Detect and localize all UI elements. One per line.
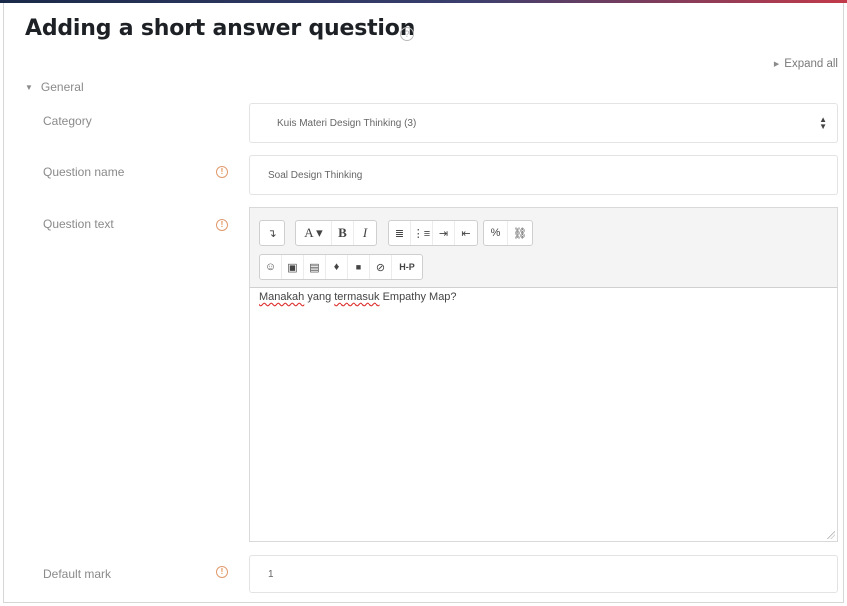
category-select[interactable]: Kuis Materi Design Thinking (3) ▲ ▼ bbox=[249, 103, 838, 143]
question-text-word: termasuk bbox=[334, 291, 380, 303]
question-text-area[interactable]: Manakah yang termasuk Empathy Map? bbox=[250, 288, 837, 541]
font-style-button[interactable]: A ▾ bbox=[296, 221, 332, 245]
section-general-label: General bbox=[40, 80, 84, 94]
unordered-list-button[interactable]: ≣ bbox=[389, 221, 411, 245]
required-icon: ! bbox=[216, 566, 228, 578]
default-mark-input[interactable]: 1 bbox=[249, 555, 838, 593]
media-button[interactable]: ▤ bbox=[304, 255, 326, 279]
editor-toolbar: ↴ A ▾ B I ≣ ⋮≡ ⇥ ⇤ % ⛓ ☺ ▣ ▤ ♦ ■ ⊘ H-P bbox=[250, 208, 837, 288]
ordered-list-button[interactable]: ⋮≡ bbox=[411, 221, 433, 245]
toolbar-group-lists: ≣ ⋮≡ ⇥ ⇤ bbox=[388, 220, 478, 246]
manage-files-button[interactable]: ⊘ bbox=[370, 255, 392, 279]
record-audio-button[interactable]: ♦ bbox=[326, 255, 348, 279]
required-icon: ! bbox=[216, 166, 228, 178]
default-mark-label: Default mark bbox=[43, 567, 112, 581]
h5p-button[interactable]: H-P bbox=[392, 255, 422, 279]
question-text-label: Question text bbox=[43, 217, 114, 231]
category-label: Category bbox=[43, 114, 92, 128]
image-button[interactable]: ▣ bbox=[282, 255, 304, 279]
question-text-word: Empathy Map? bbox=[382, 291, 457, 303]
resize-handle[interactable] bbox=[827, 531, 835, 539]
toolbar-group-style: A ▾ B I bbox=[295, 220, 377, 246]
expand-all-link[interactable]: ▶ Expand all bbox=[774, 58, 838, 70]
question-text-word: yang bbox=[307, 291, 332, 303]
expand-all-label: Expand all bbox=[784, 58, 838, 70]
toolbar-group-links: % ⛓ bbox=[483, 220, 533, 246]
link-button[interactable]: % bbox=[484, 221, 508, 245]
italic-button[interactable]: I bbox=[354, 221, 376, 245]
help-icon[interactable]: ? bbox=[400, 27, 414, 41]
record-video-button[interactable]: ■ bbox=[348, 255, 370, 279]
question-name-label: Question name bbox=[43, 165, 125, 179]
bold-button[interactable]: B bbox=[332, 221, 354, 245]
default-mark-value: 1 bbox=[268, 568, 274, 580]
question-name-input[interactable]: Soal Design Thinking bbox=[249, 155, 838, 195]
category-selected-value: Kuis Materi Design Thinking (3) bbox=[277, 117, 417, 129]
toolbar-group-collapse: ↴ bbox=[259, 220, 285, 246]
emoticon-button[interactable]: ☺ bbox=[260, 255, 282, 279]
outdent-button[interactable]: ⇤ bbox=[455, 221, 477, 245]
section-general-toggle[interactable]: ▼ General bbox=[25, 80, 84, 94]
caret-right-icon: ▶ bbox=[773, 61, 780, 68]
indent-button[interactable]: ⇥ bbox=[433, 221, 455, 245]
question-name-value: Soal Design Thinking bbox=[268, 169, 363, 181]
collapse-toolbar-button[interactable]: ↴ bbox=[260, 221, 284, 245]
question-text-editor: ↴ A ▾ B I ≣ ⋮≡ ⇥ ⇤ % ⛓ ☺ ▣ ▤ ♦ ■ ⊘ H-P M… bbox=[249, 207, 838, 542]
required-icon: ! bbox=[216, 219, 228, 231]
unlink-button[interactable]: ⛓ bbox=[508, 221, 532, 245]
select-arrows-icon: ▲ ▼ bbox=[819, 115, 827, 131]
toolbar-group-media: ☺ ▣ ▤ ♦ ■ ⊘ H-P bbox=[259, 254, 423, 280]
caret-down-icon: ▼ bbox=[25, 82, 33, 92]
question-text-word: Manakah bbox=[259, 291, 305, 303]
page-title: Adding a short answer question bbox=[25, 16, 416, 41]
